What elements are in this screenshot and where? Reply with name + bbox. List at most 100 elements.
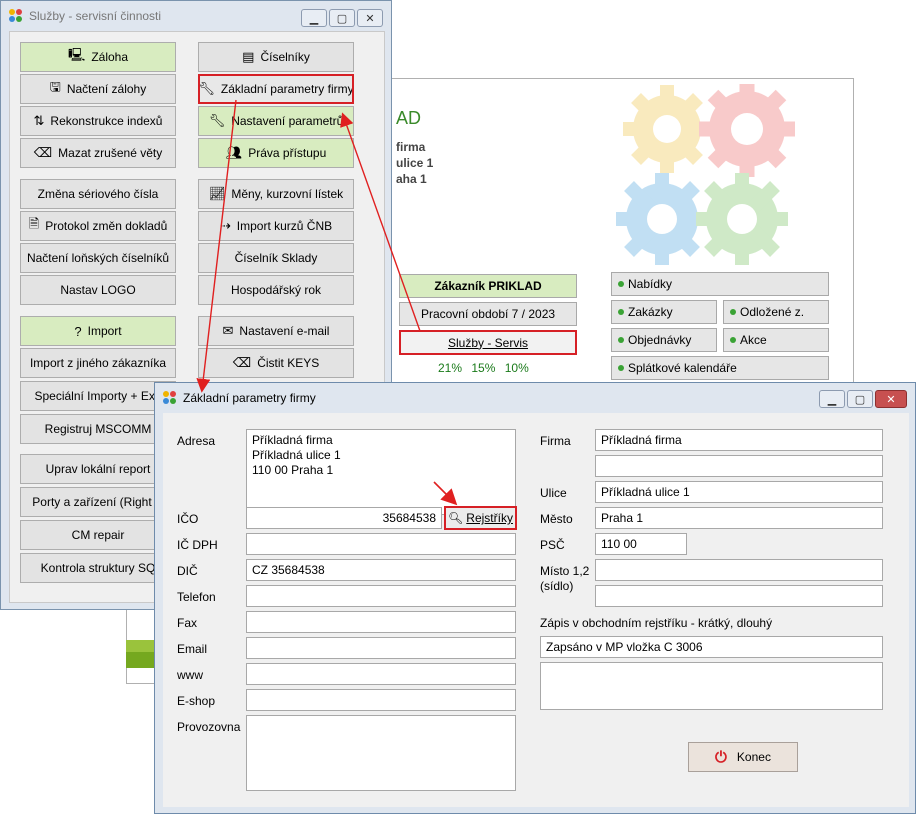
www-field[interactable] [246, 663, 516, 685]
customer-button[interactable]: Zákazník PRIKLAD [399, 274, 577, 298]
disk-computer-icon: 🖫 [49, 79, 61, 94]
services-left-button[interactable]: 🖳 Záloha [20, 42, 176, 72]
services-right-button[interactable]: 👥︎ Práva přístupu [198, 138, 354, 168]
zapis-dlouhy-field[interactable] [540, 662, 883, 710]
services-right-button[interactable]: ✉ Nastavení e-mail [198, 316, 354, 346]
dialog-title: Základní parametry firmy [183, 391, 316, 405]
icdph-field[interactable] [246, 533, 516, 555]
services-left-button[interactable]: Nastav LOGO [20, 275, 176, 305]
services-left-button[interactable]: ? Import [20, 316, 176, 346]
services-left-button[interactable]: Kontrola struktury SQ [20, 553, 176, 583]
close-button[interactable]: ✕ [875, 390, 907, 408]
percent-value: 21% [438, 361, 463, 375]
button-label: Import kurzů ČNB [236, 219, 333, 233]
menu-objednavky[interactable]: Objednávky [611, 328, 717, 352]
services-left-button[interactable]: 🗎 Protokol změn dokladů [20, 211, 176, 241]
services-left-button[interactable]: Porty a zařízení (Right C [20, 487, 176, 517]
services-left-button[interactable]: Registruj MSCOMM [20, 414, 176, 444]
rejstriky-button[interactable]: 🔍︎ Rejstříky [444, 506, 517, 530]
menu-odlozene[interactable]: Odložené z. [723, 300, 829, 324]
firma-field[interactable]: Příkladná firma [595, 429, 883, 451]
ico-field[interactable]: 35684538 [246, 507, 442, 529]
services-right-button[interactable]: ⇢ Import kurzů ČNB [198, 211, 354, 241]
telefon-field[interactable] [246, 585, 516, 607]
misto1-field[interactable] [595, 559, 883, 581]
dialog-titlebar[interactable]: Základní parametry firmy [155, 383, 915, 413]
period-button[interactable]: Pracovní období 7 / 2023 [399, 302, 577, 326]
maximize-button[interactable]: ▢ [847, 390, 873, 408]
dic-field[interactable]: CZ 35684538 [246, 559, 516, 581]
company-parameters-dialog: Základní parametry firmy ▁ ▢ ✕ Adresa IČ… [154, 382, 916, 814]
services-right-button[interactable]: 🔧︎ Nastavení parametrů [198, 106, 354, 136]
services-right-button[interactable]: ⌫ Čistit KEYS [198, 348, 354, 378]
label-www: www [177, 668, 203, 682]
import-chart-icon: ⇢ [219, 218, 231, 233]
services-left-button[interactable]: ⌫ Mazat zrušené věty [20, 138, 176, 168]
services-right-button[interactable]: 📈︎ Měny, kurzovní lístek [198, 179, 354, 209]
services-right-button[interactable]: ▤ Číselníky [198, 42, 354, 72]
services-right-button[interactable]: Číselník Sklady [198, 243, 354, 273]
color-strip [126, 640, 154, 652]
button-label: Import [87, 324, 122, 338]
label-mesto: Město [540, 512, 573, 526]
mesto-field[interactable]: Praha 1 [595, 507, 883, 529]
computer-disk-icon: 🖳 [67, 47, 86, 62]
services-left-button[interactable]: ⇅ Rekonstrukce indexů [20, 106, 176, 136]
info-line: aha 1 [396, 172, 427, 186]
services-button[interactable]: Služby - Servis [399, 330, 577, 355]
maximize-button[interactable]: ▢ [329, 9, 355, 27]
firma2-field[interactable] [595, 455, 883, 477]
minimize-button[interactable]: ▁ [819, 390, 845, 408]
label-psc: PSČ [540, 538, 565, 552]
button-label: Číselníky [260, 50, 310, 64]
minimize-button[interactable]: ▁ [301, 9, 327, 27]
gears-icon [616, 81, 795, 265]
company-title-fragment: AD [396, 108, 422, 128]
status-dot-icon [618, 309, 624, 315]
services-left-button[interactable]: Načtení loňských číselníků [20, 243, 176, 273]
adresa-field[interactable]: Příkladná firma Příkladná ulice 1 110 00… [246, 429, 516, 515]
services-left-button[interactable]: Import z jiného zákazníka [20, 348, 176, 378]
book-stack-icon: ▤ [242, 49, 255, 64]
label-telefon: Telefon [177, 590, 216, 604]
button-label: Rekonstrukce indexů [50, 114, 163, 128]
email-field[interactable] [246, 637, 516, 659]
menu-akce[interactable]: Akce [723, 328, 829, 352]
menu-splatkove[interactable]: Splátkové kalendáře [611, 356, 829, 380]
status-dot-icon [730, 337, 736, 343]
misto2-field[interactable] [595, 585, 883, 607]
konec-button[interactable]: ⏻ Konec [688, 742, 798, 772]
zapis-kratky-field[interactable]: Zapsáno v MP vložka C 3006 [540, 636, 883, 658]
status-dot-icon [618, 365, 624, 371]
close-button[interactable]: ✕ [357, 9, 383, 27]
label-email: Email [177, 642, 208, 656]
wrench-icon: 🔧︎ [198, 81, 215, 96]
ulice-field[interactable]: Příkladná ulice 1 [595, 481, 883, 503]
eshop-field[interactable] [246, 689, 516, 711]
menu-zakazky[interactable]: Zakázky [611, 300, 717, 324]
button-label: Mazat zrušené věty [58, 146, 163, 160]
button-label: Načtení zálohy [66, 82, 147, 96]
menu-nabidky[interactable]: Nabídky [611, 272, 829, 296]
status-dot-icon [730, 309, 736, 315]
sort-az-icon: ⇅ [33, 113, 45, 128]
services-left-button[interactable]: Speciální Importy + Exp [20, 381, 176, 411]
services-left-button[interactable]: 🖫 Načtení zálohy [20, 74, 176, 104]
button-label: Práva přístupu [248, 146, 327, 160]
button-label: Čistit KEYS [257, 356, 320, 370]
app-icon [9, 9, 23, 23]
services-left-button[interactable]: CM repair [20, 520, 176, 550]
provozovna-field[interactable] [246, 715, 516, 791]
psc-field[interactable]: 110 00 [595, 533, 687, 555]
question-computer-icon: ? [74, 323, 82, 339]
button-label: Nastavení parametrů [231, 114, 344, 128]
services-right-button[interactable]: Hospodářský rok [198, 275, 354, 305]
fax-field[interactable] [246, 611, 516, 633]
services-left-button[interactable]: Uprav lokální report [20, 454, 176, 484]
info-line: ulice 1 [396, 156, 434, 170]
button-label: Změna sériového čísla [37, 187, 159, 201]
percent-value: 15% [471, 361, 496, 375]
services-right-button[interactable]: 🔧︎ Základní parametry firmy [198, 74, 354, 104]
button-label: Číselník Sklady [234, 251, 318, 265]
services-left-button[interactable]: Změna sériového čísla [20, 179, 176, 209]
